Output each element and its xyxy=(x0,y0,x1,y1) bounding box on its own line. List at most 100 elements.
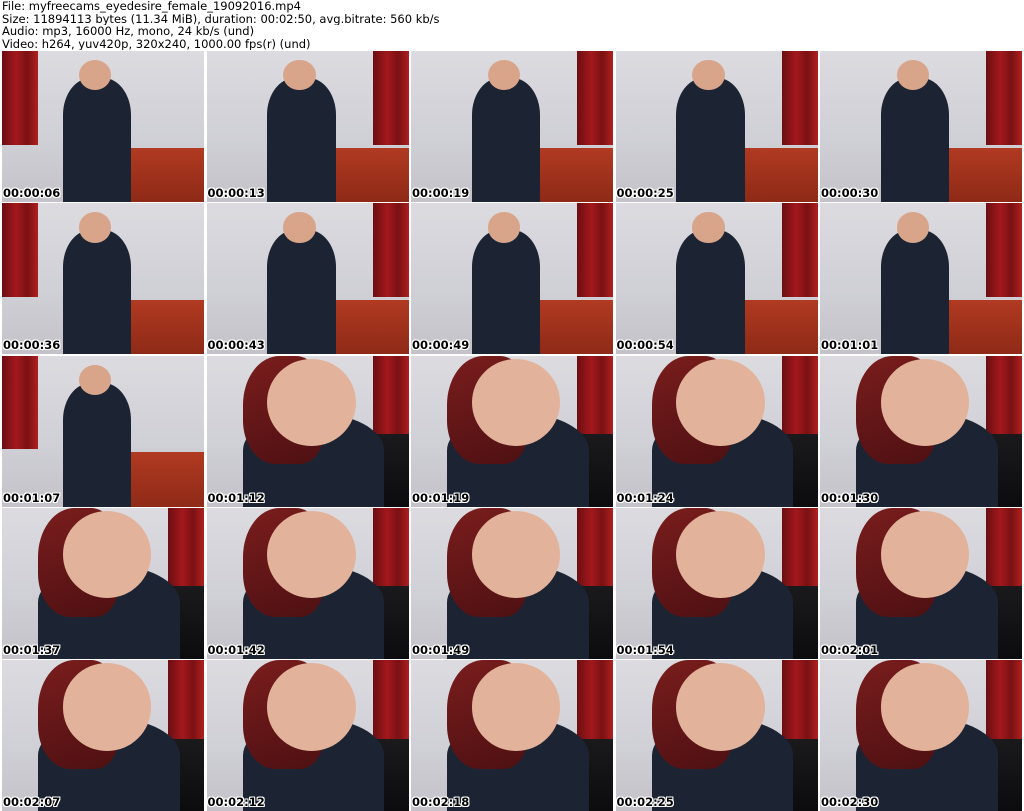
person-figure xyxy=(62,382,132,507)
thumbnail-grid: 00:00:06 00:00:13 00:00:19 00:00:25 00:00:30… xyxy=(2,51,1022,811)
video-frame-thumbnail: 00:01:07 xyxy=(2,355,204,507)
timestamp-label: 00:01:07 xyxy=(3,490,61,505)
file-size-line: Size: 11894113 bytes (11.34 MiB), durati… xyxy=(2,12,440,25)
video-frame-thumbnail: 00:01:01 xyxy=(820,203,1022,355)
head xyxy=(676,663,765,751)
video-frame-thumbnail: 00:00:49 xyxy=(411,203,613,355)
person-figure xyxy=(471,78,541,202)
video-frame-thumbnail: 00:00:19 xyxy=(411,51,613,202)
timestamp-label: 00:00:06 xyxy=(3,186,61,200)
person-figure xyxy=(267,230,336,355)
timestamp-label: 00:01:19 xyxy=(412,490,470,505)
head xyxy=(267,510,356,599)
timestamp-label: 00:01:54 xyxy=(616,642,674,657)
head xyxy=(267,358,356,447)
person-figure xyxy=(880,78,950,202)
video-frame-thumbnail: 00:02:30 xyxy=(820,660,1022,811)
file-info-header: File: myfreecams_eyedesire_female_190920… xyxy=(2,0,1022,50)
timestamp-label: 00:02:01 xyxy=(821,642,879,657)
head xyxy=(283,212,316,243)
audio-info-line: Audio: mp3, 16000 Hz, mono, 24 kb/s (und… xyxy=(2,25,255,38)
head xyxy=(676,358,765,447)
timestamp-label: 00:00:19 xyxy=(412,186,470,200)
timestamp-label: 00:00:30 xyxy=(821,186,879,200)
video-frame-thumbnail: 00:00:25 xyxy=(615,51,818,202)
head xyxy=(471,358,561,447)
timestamp-label: 00:02:12 xyxy=(207,795,265,810)
video-frame-thumbnail: 00:00:06 xyxy=(2,51,204,202)
timestamp-label: 00:02:25 xyxy=(616,795,674,810)
video-frame-thumbnail: 00:02:12 xyxy=(206,660,409,811)
person-figure xyxy=(676,230,745,355)
head xyxy=(880,663,970,751)
curtain xyxy=(2,355,38,450)
timestamp-label: 00:01:12 xyxy=(207,490,265,505)
head xyxy=(62,663,152,751)
video-frame-thumbnail: 00:01:19 xyxy=(411,355,613,507)
head xyxy=(692,60,725,91)
person-figure xyxy=(471,230,541,355)
video-frame-thumbnail: 00:02:07 xyxy=(2,660,204,811)
video-frame-thumbnail: 00:00:43 xyxy=(206,203,409,355)
curtain xyxy=(577,51,613,145)
head xyxy=(471,663,561,751)
curtain xyxy=(372,51,409,145)
timestamp-label: 00:01:01 xyxy=(821,338,879,353)
video-frame-thumbnail: 00:01:24 xyxy=(615,355,818,507)
head xyxy=(78,212,112,243)
timestamp-label: 00:02:18 xyxy=(412,795,470,810)
curtain xyxy=(372,203,409,297)
timestamp-label: 00:01:24 xyxy=(616,490,674,505)
video-frame-thumbnail: 00:00:13 xyxy=(206,51,409,202)
timestamp-label: 00:00:25 xyxy=(616,186,674,200)
curtain xyxy=(986,51,1022,145)
file-name-line: File: myfreecams_eyedesire_female_190920… xyxy=(2,0,301,13)
video-frame-thumbnail: 00:00:30 xyxy=(820,51,1022,202)
curtain xyxy=(2,51,38,145)
head xyxy=(487,212,521,243)
head xyxy=(692,212,725,243)
video-frame-thumbnail: 00:01:54 xyxy=(615,507,818,659)
timestamp-label: 00:00:54 xyxy=(616,338,674,353)
timestamp-label: 00:02:07 xyxy=(3,795,61,810)
head xyxy=(283,60,316,91)
head xyxy=(676,510,765,599)
timestamp-label: 00:00:43 xyxy=(207,338,265,353)
curtain xyxy=(986,203,1022,297)
head xyxy=(880,358,970,447)
timestamp-label: 00:00:49 xyxy=(412,338,470,353)
video-frame-thumbnail: 00:00:36 xyxy=(2,203,204,355)
curtain xyxy=(577,203,613,297)
person-figure xyxy=(62,78,132,202)
video-frame-thumbnail: 00:01:42 xyxy=(206,507,409,659)
head xyxy=(78,60,112,91)
timestamp-label: 00:01:37 xyxy=(3,642,61,657)
video-frame-thumbnail: 00:00:54 xyxy=(615,203,818,355)
timestamp-label: 00:01:49 xyxy=(412,642,470,657)
head xyxy=(896,60,930,91)
head xyxy=(487,60,521,91)
video-frame-thumbnail: 00:01:49 xyxy=(411,507,613,659)
video-frame-thumbnail: 00:01:30 xyxy=(820,355,1022,507)
curtain xyxy=(781,51,818,145)
video-frame-thumbnail: 00:01:12 xyxy=(206,355,409,507)
video-info-line: Video: h264, yuv420p, 320x240, 1000.00 f… xyxy=(2,37,311,50)
person-figure xyxy=(880,230,950,355)
timestamp-label: 00:00:13 xyxy=(207,186,265,200)
video-frame-thumbnail: 00:02:18 xyxy=(411,660,613,811)
timestamp-label: 00:00:36 xyxy=(3,338,61,353)
curtain xyxy=(781,203,818,297)
video-frame-thumbnail: 00:01:37 xyxy=(2,507,204,659)
timestamp-label: 00:01:42 xyxy=(207,642,265,657)
video-frame-thumbnail: 00:02:01 xyxy=(820,507,1022,659)
curtain xyxy=(2,203,38,297)
person-figure xyxy=(267,78,336,202)
person-figure xyxy=(62,230,132,355)
head xyxy=(267,663,356,751)
timestamp-label: 00:02:30 xyxy=(821,795,879,810)
timestamp-label: 00:01:30 xyxy=(821,490,879,505)
video-frame-thumbnail: 00:02:25 xyxy=(615,660,818,811)
head xyxy=(78,364,112,395)
head xyxy=(896,212,930,243)
person-figure xyxy=(676,78,745,202)
